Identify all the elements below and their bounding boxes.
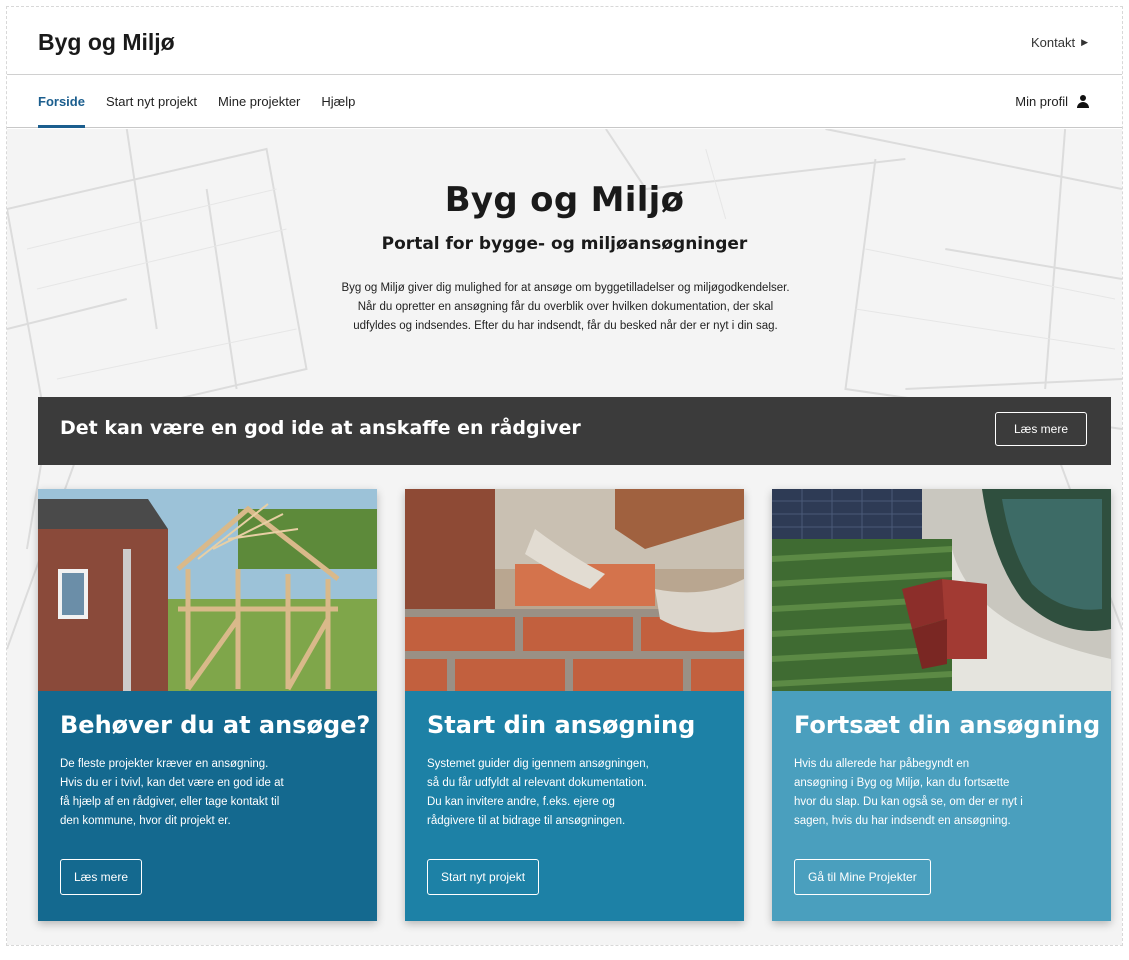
card-body: Behøver du at ansøge? De fleste projekte… (38, 691, 377, 921)
house-frame-photo (38, 489, 377, 691)
card-text-line: sagen, hvis du har indsendt en ansøgning… (794, 815, 1011, 827)
card-text-line: så du får udfyldt al relevant dokumentat… (427, 777, 647, 789)
card-need-to-apply: Behøver du at ansøge? De fleste projekte… (38, 489, 377, 921)
brand-logo-text[interactable]: Byg og Miljø (38, 29, 175, 56)
card-text-line: få hjælp af en rådgiver, eller tage kont… (60, 796, 280, 808)
card-title: Behøver du at ansøge? (60, 711, 371, 739)
page: Byg og Miljø Kontakt ▶ Forside Start nyt… (6, 6, 1123, 946)
card-text-line: den kommune, hvor dit projekt er. (60, 815, 231, 827)
nav-tabs: Forside Start nyt projekt Mine projekter… (38, 76, 355, 128)
card-text: Systemet guider dig igennem ansøgningen,… (427, 755, 727, 831)
card-text-line: Hvis du allerede har påbegyndt en (794, 758, 970, 770)
site-header: Byg og Miljø Kontakt ▶ (7, 7, 1122, 75)
card-text: Hvis du allerede har påbegyndt en ansøgn… (794, 755, 1094, 831)
card-continue-application: Fortsæt din ansøgning Hvis du allerede h… (772, 489, 1111, 921)
advisor-banner: Det kan være en god ide at anskaffe en r… (38, 397, 1111, 465)
hero-section: Byg og Miljø Portal for bygge- og miljøa… (7, 129, 1122, 945)
tab-forside[interactable]: Forside (38, 76, 85, 128)
hero-text-line: udfyldes og indsendes. Efter du har inds… (353, 320, 778, 332)
hero-text-line: Byg og Miljø giver dig mulighed for at a… (341, 282, 790, 294)
advisor-read-more-button[interactable]: Læs mere (995, 412, 1087, 446)
card-text-line: hvor du slap. Du kan også se, om der er … (794, 796, 1023, 808)
card-text-line: Systemet guider dig igennem ansøgningen, (427, 758, 649, 770)
tab-mine-projekter[interactable]: Mine projekter (218, 76, 300, 128)
advisor-banner-title: Det kan være en god ide at anskaffe en r… (60, 417, 581, 439)
bricklaying-photo (405, 489, 744, 691)
read-more-button[interactable]: Læs mere (60, 859, 143, 895)
hero-title: Byg og Miljø (444, 180, 685, 220)
chevron-right-icon: ▶ (1081, 37, 1088, 47)
aerial-house-photo (772, 489, 1111, 691)
card-start-application: Start din ansøgning Systemet guider dig … (405, 489, 744, 921)
go-to-my-projects-button[interactable]: Gå til Mine Projekter (794, 859, 931, 895)
contact-link[interactable]: Kontakt ▶ (1031, 35, 1088, 50)
card-text-line: Du kan invitere andre, f.eks. ejere og (427, 796, 615, 808)
profile-link[interactable]: Min profil (1015, 76, 1090, 128)
card-title: Start din ansøgning (427, 711, 696, 739)
tab-start-nyt-projekt[interactable]: Start nyt projekt (106, 76, 197, 128)
card-title: Fortsæt din ansøgning (794, 711, 1101, 739)
card-body: Fortsæt din ansøgning Hvis du allerede h… (772, 691, 1111, 921)
card-text-line: Hvis du er i tvivl, kan det være en god … (60, 777, 284, 789)
hero-text-line: Når du opretter en ansøgning får du over… (357, 301, 774, 313)
hero-subtitle: Portal for bygge- og miljøansøgninger (381, 234, 748, 254)
start-new-project-button[interactable]: Start nyt projekt (427, 859, 540, 895)
card-text: De fleste projekter kræver en ansøgning.… (60, 755, 360, 831)
card-text-line: ansøgning i Byg og Miljø, kan du fortsæt… (794, 777, 1010, 789)
card-body: Start din ansøgning Systemet guider dig … (405, 691, 744, 921)
card-text-line: rådgivere til at bidrage til ansøgningen… (427, 815, 626, 827)
tab-hjaelp[interactable]: Hjælp (321, 76, 355, 128)
profile-link-label: Min profil (1015, 94, 1068, 109)
main-nav: Forside Start nyt projekt Mine projekter… (7, 76, 1122, 128)
hero-description: Byg og Miljø giver dig mulighed for at a… (247, 279, 884, 336)
user-icon (1076, 95, 1090, 109)
card-text-line: De fleste projekter kræver en ansøgning. (60, 758, 269, 770)
contact-link-label: Kontakt (1030, 35, 1076, 50)
